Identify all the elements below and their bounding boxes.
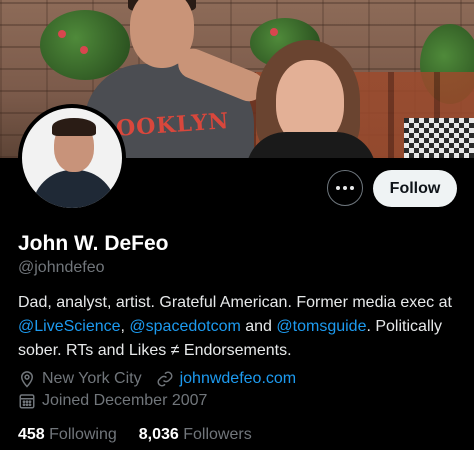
location-pin-icon: [20, 371, 34, 388]
banner-flower: [80, 46, 88, 54]
banner-flower: [270, 28, 278, 36]
profile-handle: @johndefeo: [18, 259, 105, 276]
profile-bio: Dad, analyst, artist. Grateful American.…: [18, 291, 462, 363]
profile-website-link[interactable]: johnwdefeo.com: [180, 370, 297, 388]
following-stat[interactable]: 458 Following: [18, 426, 117, 444]
followers-label: Followers: [183, 426, 252, 443]
profile-name: John W. DeFeo: [18, 232, 169, 255]
bio-text: and: [240, 318, 277, 335]
profile-joined-date: Joined December 2007: [42, 392, 208, 409]
followers-count: 8,036: [138, 426, 179, 443]
followers-stat[interactable]: 8,036 Followers: [139, 426, 252, 444]
profile-avatar[interactable]: [18, 104, 126, 212]
bio-text: sober. RTs and Likes ≠ Endorsements.: [18, 342, 292, 359]
profile-location: New York City: [42, 370, 142, 387]
bio-text: Dad, analyst, artist. Grateful American.…: [18, 294, 452, 311]
calendar-icon: [19, 394, 35, 409]
profile-meta-joined: Joined December 2007: [18, 392, 207, 410]
mention-link[interactable]: @LiveScience: [18, 318, 121, 335]
link-icon: [157, 371, 173, 387]
following-count: 458: [18, 426, 45, 443]
banner-girl: [246, 40, 376, 158]
profile-meta-location-website: New York City johnwdefeo.com: [18, 370, 296, 388]
profile-stats: 458 Following 8,036 Followers: [18, 426, 252, 444]
more-options-button[interactable]: [327, 170, 363, 206]
banner-flower: [58, 30, 66, 38]
more-horizontal-icon: [336, 186, 340, 190]
more-dot: [343, 186, 347, 190]
more-dot: [350, 186, 354, 190]
bio-text: . Politically: [366, 318, 443, 335]
following-label: Following: [49, 426, 117, 443]
mention-link[interactable]: @spacedotcom: [129, 318, 240, 335]
banner-tablecloth: [404, 118, 474, 158]
follow-button[interactable]: Follow: [373, 170, 457, 207]
mention-link[interactable]: @tomsguide: [276, 318, 366, 335]
stats-spacer: [121, 426, 135, 444]
